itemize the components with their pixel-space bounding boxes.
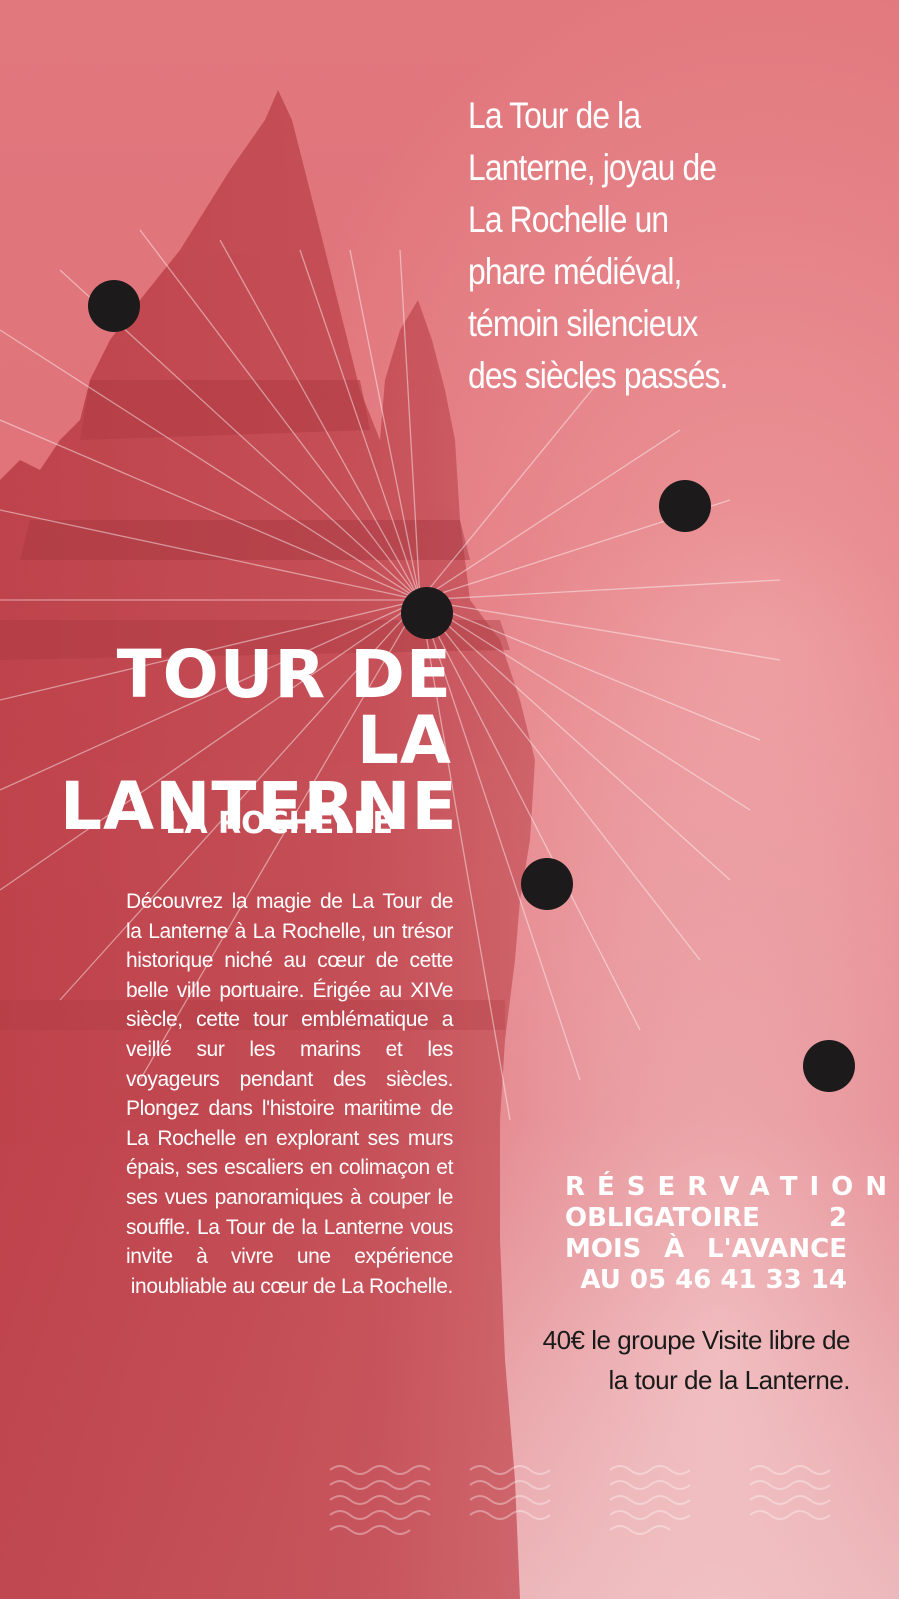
decor-dot [803,1040,855,1092]
decor-dot [659,480,711,532]
reservation-heading: RÉSERVATION [565,1172,899,1202]
tagline: La Tour de la Lanterne, joyau de La Roch… [468,95,728,396]
price-info: 40€ le groupe Visite libre de la tour de… [542,1325,851,1395]
reservation-notice: RÉSERVATION OBLIGATOIRE 2 MOIS À L'AVANC… [565,1172,887,1296]
decor-dot [521,858,573,910]
reservation-details: OBLIGATOIRE 2 MOIS À L'AVANCE AU 05 46 4… [565,1203,847,1295]
page-subtitle: LA ROCHELLE [165,806,393,841]
description-text: Découvrez la magie de La Tour de la Lant… [126,890,453,1298]
poster: La Tour de la Lanterne, joyau de La Roch… [0,0,899,1599]
decor-dot [401,587,453,639]
decor-dot [88,280,140,332]
